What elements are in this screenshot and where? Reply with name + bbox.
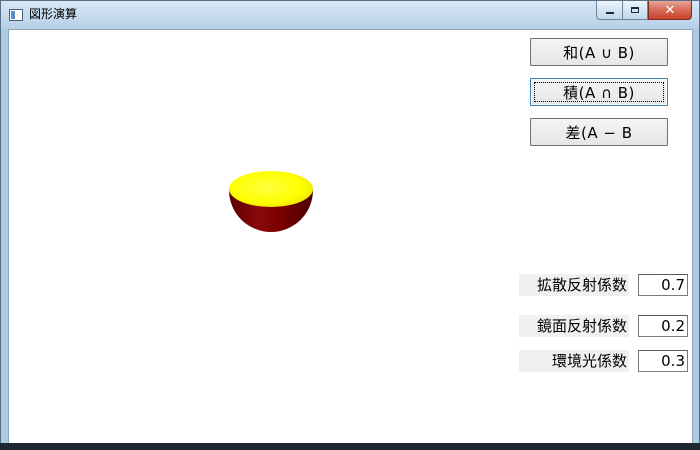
window-title: 図形演算 <box>29 7 78 21</box>
ambient-input[interactable] <box>638 350 688 372</box>
bowl-top <box>229 171 313 207</box>
union-button[interactable]: 和(A ∪ B) <box>530 38 668 66</box>
minimize-button[interactable] <box>596 1 622 20</box>
desktop-strip <box>0 443 700 450</box>
intersection-button[interactable]: 積(A ∩ B) <box>530 78 668 106</box>
client-area: 和(A ∪ B) 積(A ∩ B) 差(A − B 拡散反射係数 鏡面反射係数 … <box>8 29 693 444</box>
specular-label: 鏡面反射係数 <box>519 315 629 337</box>
maximize-button[interactable] <box>622 1 648 20</box>
minimize-icon <box>605 11 614 14</box>
title-bar[interactable]: 図形演算 ✕ <box>1 1 699 29</box>
hemisphere-render <box>229 171 313 232</box>
maximize-icon <box>631 7 639 13</box>
difference-button[interactable]: 差(A − B <box>530 118 668 146</box>
diffuse-row: 拡散反射係数 <box>519 274 688 296</box>
close-icon: ✕ <box>664 2 676 18</box>
caption-buttons: ✕ <box>596 1 692 21</box>
window-app-icon[interactable] <box>9 9 23 21</box>
specular-row: 鏡面反射係数 <box>519 315 688 337</box>
diffuse-label: 拡散反射係数 <box>519 274 629 296</box>
diffuse-input[interactable] <box>638 274 688 296</box>
ambient-label: 環境光係数 <box>519 350 629 372</box>
close-button[interactable]: ✕ <box>648 1 692 20</box>
ambient-row: 環境光係数 <box>519 350 688 372</box>
3d-viewport[interactable] <box>189 140 349 280</box>
specular-input[interactable] <box>638 315 688 337</box>
app-window: 図形演算 ✕ 和(A ∪ B) 積(A ∩ B) 差(A − B 拡散反射係数 … <box>0 0 700 450</box>
